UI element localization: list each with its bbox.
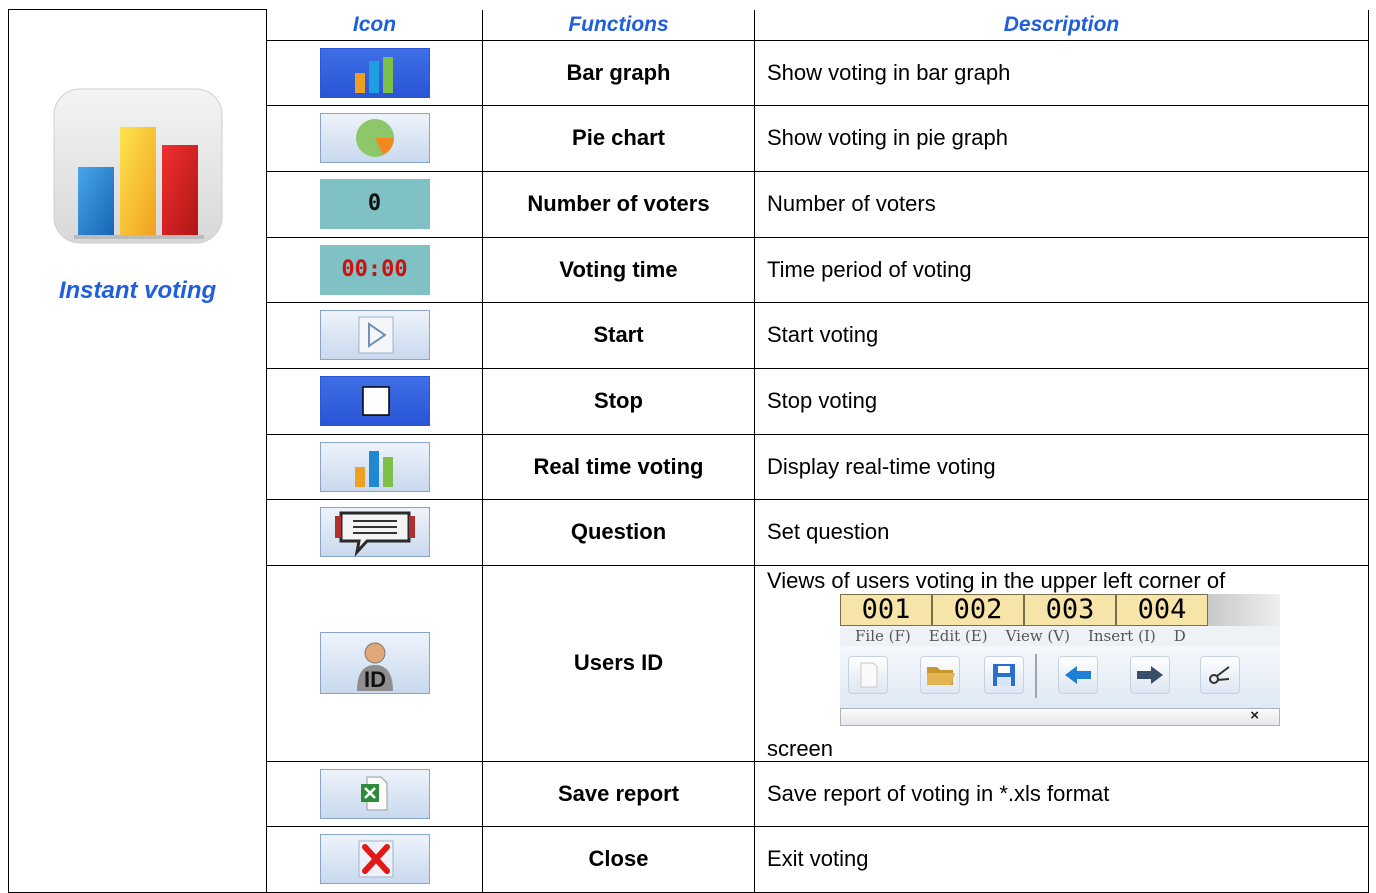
- function-label: Save report: [482, 760, 755, 827]
- users-id-description: Views of users voting in the upper left …: [755, 566, 1368, 761]
- function-label: Stop: [482, 367, 755, 435]
- scissors-icon[interactable]: [1200, 655, 1240, 694]
- description-text: Number of voters: [754, 170, 1369, 238]
- instant-voting-cell: Instant voting: [8, 9, 267, 893]
- description-text: Show voting in pie graph: [754, 104, 1369, 172]
- function-label: Number of voters: [482, 170, 755, 238]
- excel-file-icon[interactable]: [319, 768, 430, 819]
- menu-item-insert[interactable]: Insert (I): [1088, 626, 1156, 646]
- description-text: Exit voting: [754, 825, 1369, 893]
- document-page: Instant voting Icon Functions Descriptio…: [0, 0, 1376, 893]
- function-label: Pie chart: [482, 104, 755, 172]
- function-label: Close: [482, 825, 755, 893]
- menu-item-file[interactable]: File (F): [855, 626, 911, 646]
- user-id-icon[interactable]: ID: [319, 632, 430, 694]
- function-label: Voting time: [482, 236, 755, 303]
- close-icon[interactable]: ×: [1250, 707, 1259, 724]
- toolbar-separator: [1035, 653, 1037, 698]
- close-x-icon[interactable]: [319, 834, 430, 884]
- play-icon[interactable]: [319, 310, 430, 360]
- function-label: Start: [482, 301, 755, 369]
- user-id-box: 004: [1116, 593, 1208, 626]
- header-icon: Icon: [266, 9, 483, 41]
- voter-count-icon: 0: [319, 179, 430, 229]
- function-label: Users ID: [482, 564, 755, 762]
- stop-icon[interactable]: [319, 376, 430, 426]
- menu-item-edit[interactable]: Edit (E): [929, 626, 988, 646]
- icon-cell: [266, 301, 483, 369]
- menu-item-view[interactable]: View (V): [1006, 626, 1070, 646]
- icon-cell: [266, 498, 483, 566]
- back-arrow-icon[interactable]: [1058, 655, 1098, 694]
- voting-timer-icon: 00:00: [319, 244, 430, 295]
- description-text: Save report of voting in *.xls format: [754, 760, 1369, 827]
- user-id-strip: 001 002 003 004: [840, 593, 1280, 626]
- function-label: Real time voting: [482, 433, 755, 500]
- voter-count-value: 0: [367, 191, 382, 216]
- table-header-row: Instant voting Icon Functions Descriptio…: [8, 9, 1369, 893]
- icon-cell: [266, 39, 483, 106]
- icon-cell: 0: [266, 170, 483, 238]
- user-id-box: 003: [1024, 593, 1116, 626]
- open-folder-icon[interactable]: [920, 655, 960, 694]
- description-text: Set question: [754, 498, 1369, 566]
- new-document-icon[interactable]: [848, 655, 888, 694]
- icon-cell: [266, 104, 483, 172]
- speech-bubble-icon[interactable]: [319, 507, 430, 557]
- bar-graph-icon[interactable]: [319, 47, 430, 98]
- user-id-box: 001: [840, 593, 932, 626]
- icon-cell: ID: [266, 564, 483, 762]
- function-label: Question: [482, 498, 755, 566]
- icon-cell: 00:00: [266, 236, 483, 303]
- icon-cell: [266, 367, 483, 435]
- header-functions: Functions: [482, 9, 755, 41]
- description-text: Time period of voting: [754, 236, 1369, 303]
- users-id-preview: 001 002 003 004 File (F) Edit (E) View (…: [840, 593, 1280, 757]
- preview-scrollbar[interactable]: ×: [840, 707, 1280, 726]
- description-text: Display real-time voting: [754, 433, 1369, 500]
- preview-menu-bar: File (F) Edit (E) View (V) Insert (I) D: [840, 625, 1280, 646]
- description-cell: Views of users voting in the upper left …: [754, 564, 1369, 762]
- realtime-bar-chart-icon[interactable]: [319, 441, 430, 492]
- description-text-end: screen: [767, 735, 834, 761]
- user-id-glyph: ID: [364, 667, 386, 692]
- description-text: Start voting: [754, 301, 1369, 369]
- instant-voting-bar-chart-icon: [48, 87, 228, 247]
- icon-cell: [266, 825, 483, 893]
- section-label: Instant voting: [58, 277, 217, 304]
- description-text: Stop voting: [754, 367, 1369, 435]
- voting-timer-value: 00:00: [341, 256, 408, 282]
- preview-toolbar: [840, 645, 1280, 708]
- description-text: Views of users voting in the upper left …: [767, 567, 1226, 593]
- save-floppy-icon[interactable]: [984, 655, 1024, 694]
- icon-cell: [266, 760, 483, 827]
- pie-chart-icon[interactable]: [319, 113, 430, 163]
- menu-item-d[interactable]: D: [1174, 626, 1186, 646]
- header-description: Description: [754, 9, 1369, 41]
- functions-table: Instant voting Icon Functions Descriptio…: [8, 9, 1369, 893]
- user-id-strip-fade: [1208, 593, 1280, 626]
- icon-cell: [266, 433, 483, 500]
- function-label: Bar graph: [482, 39, 755, 106]
- user-id-box: 002: [932, 593, 1024, 626]
- description-text: Show voting in bar graph: [754, 39, 1369, 106]
- forward-arrow-icon[interactable]: [1130, 655, 1170, 694]
